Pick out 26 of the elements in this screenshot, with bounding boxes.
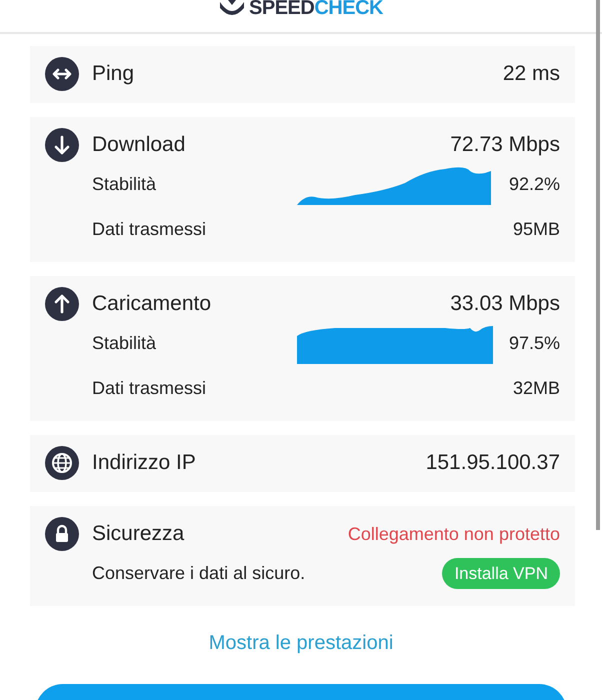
metric-label: Caricamento	[92, 291, 212, 318]
detail-label: Conservare i dati al sicuro.	[92, 562, 306, 585]
metric-label: Indirizzo IP	[92, 450, 196, 476]
detail-value: 97.5%	[508, 332, 560, 355]
detail-value: 92.2%	[508, 173, 560, 196]
detail-label: Dati trasmessi	[92, 218, 206, 241]
detail-value: 32MB	[512, 377, 560, 400]
logo-text: SPEED	[249, 0, 314, 18]
detail-label: Stabilità	[92, 332, 156, 355]
metric-label: Download	[92, 132, 186, 158]
warning-text: Collegamento non protetto	[348, 522, 560, 546]
metric-value: 72.73 Mbps	[450, 132, 560, 158]
globe-icon	[45, 446, 79, 480]
metric-label: Ping	[92, 61, 134, 88]
metric-value: 33.03 Mbps	[450, 291, 560, 318]
metric-label: Sicurezza	[92, 521, 184, 548]
vpn-button[interactable]: Installa VPN	[442, 558, 560, 590]
detail-value: 95MB	[512, 218, 560, 241]
performance-link[interactable]: Mostra le prestazioni	[208, 628, 394, 658]
detail-label: Dati trasmessi	[92, 377, 206, 400]
lock-icon	[45, 517, 79, 551]
logo-icon	[219, 0, 246, 16]
metric-value: 22 ms	[502, 61, 560, 88]
detail-label: Stabilità	[92, 173, 156, 196]
logo-text: CHECK	[314, 0, 383, 18]
metric-value: 151.95.100.37	[426, 450, 560, 476]
